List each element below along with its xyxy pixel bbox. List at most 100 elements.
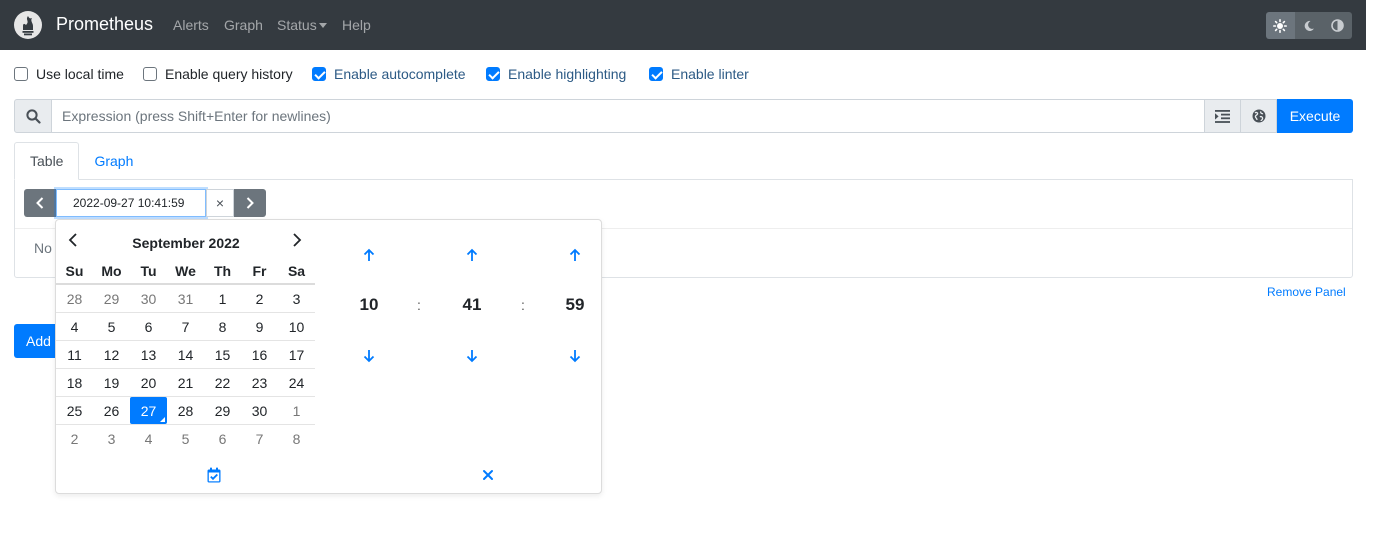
theme-auto-button[interactable] xyxy=(1323,12,1352,39)
calendar-day[interactable]: 29 xyxy=(204,397,241,424)
tab-graph[interactable]: Graph xyxy=(79,142,148,180)
prometheus-logo-icon[interactable] xyxy=(14,11,42,39)
calendar-day[interactable]: 24 xyxy=(278,369,315,396)
calendar-day[interactable]: 15 xyxy=(204,341,241,368)
calendar-day[interactable]: 1 xyxy=(204,285,241,312)
calendar-day[interactable]: 3 xyxy=(278,285,315,312)
calendar-day[interactable]: 5 xyxy=(167,425,204,452)
time-forward-button[interactable] xyxy=(234,189,266,217)
calendar-day[interactable]: 3 xyxy=(93,425,130,452)
nav-status-dropdown[interactable]: Status xyxy=(277,17,327,33)
calendar-day[interactable]: 8 xyxy=(204,313,241,340)
calendar-week: 28 29 30 31 1 2 3 xyxy=(56,285,315,313)
calendar-day[interactable]: 26 xyxy=(93,397,130,424)
highlighting-label[interactable]: Enable highlighting xyxy=(508,66,626,82)
theme-light-button[interactable] xyxy=(1266,12,1295,39)
calendar-day-selected[interactable]: 27 xyxy=(130,397,167,424)
linter-label[interactable]: Enable linter xyxy=(671,66,749,82)
minute-down-arrow-icon[interactable] xyxy=(465,349,479,363)
calendar-day[interactable]: 10 xyxy=(278,313,315,340)
calendar-day[interactable]: 1 xyxy=(278,397,315,424)
weekday-label: Fr xyxy=(252,262,267,279)
expression-input[interactable] xyxy=(52,99,1205,133)
calendar-day[interactable]: 11 xyxy=(56,341,93,368)
calendar-day[interactable]: 2 xyxy=(56,425,93,452)
use-local-time-label[interactable]: Use local time xyxy=(36,66,124,82)
query-history-checkbox[interactable] xyxy=(143,67,157,81)
format-expression-button[interactable] xyxy=(1205,99,1241,133)
highlighting-checkbox[interactable] xyxy=(486,67,500,81)
calendar-day[interactable]: 23 xyxy=(241,369,278,396)
calendar-day[interactable]: 9 xyxy=(241,313,278,340)
theme-dark-button[interactable] xyxy=(1294,12,1324,39)
prev-month-icon[interactable] xyxy=(66,232,80,248)
calendar-day[interactable]: 29 xyxy=(93,285,130,312)
execute-button[interactable]: Execute xyxy=(1277,99,1353,133)
calendar-day[interactable]: 30 xyxy=(130,285,167,312)
second-up-arrow-icon[interactable] xyxy=(568,248,582,262)
calendar-day[interactable]: 18 xyxy=(56,369,93,396)
calendar-day[interactable]: 21 xyxy=(167,369,204,396)
nav-alerts-link[interactable]: Alerts xyxy=(173,17,209,33)
calendar-day[interactable]: 31 xyxy=(167,285,204,312)
calendar-day[interactable]: 22 xyxy=(204,369,241,396)
remove-panel-link[interactable]: Remove Panel xyxy=(1267,285,1346,299)
option-highlighting[interactable]: Enable highlighting xyxy=(486,66,626,82)
autocomplete-checkbox[interactable] xyxy=(312,67,326,81)
minutes-value[interactable]: 41 xyxy=(452,295,492,315)
time-separator: : xyxy=(417,297,421,313)
expression-row: Execute xyxy=(14,99,1353,133)
calendar-day[interactable]: 13 xyxy=(130,341,167,368)
calendar-check-icon[interactable] xyxy=(207,467,221,483)
option-autocomplete[interactable]: Enable autocomplete xyxy=(312,66,466,82)
calendar-day[interactable]: 4 xyxy=(130,425,167,452)
use-local-time-checkbox[interactable] xyxy=(14,67,28,81)
clear-time-button[interactable]: × xyxy=(206,189,234,217)
calendar-day[interactable]: 25 xyxy=(56,397,93,424)
nav-help-link[interactable]: Help xyxy=(342,17,371,33)
calendar-day[interactable]: 20 xyxy=(130,369,167,396)
autocomplete-label[interactable]: Enable autocomplete xyxy=(334,66,466,82)
calendar-day[interactable]: 6 xyxy=(130,313,167,340)
top-navbar: Prometheus Alerts Graph Status Help xyxy=(0,0,1366,50)
tab-table[interactable]: Table xyxy=(14,142,80,180)
hour-up-arrow-icon[interactable] xyxy=(362,248,376,262)
option-query-history[interactable]: Enable query history xyxy=(143,66,293,82)
hour-down-arrow-icon[interactable] xyxy=(362,349,376,363)
brand-title[interactable]: Prometheus xyxy=(56,14,153,35)
month-title[interactable]: September 2022 xyxy=(86,235,286,251)
time-separator: : xyxy=(521,297,525,313)
indent-icon xyxy=(1215,109,1230,123)
calendar-day[interactable]: 6 xyxy=(204,425,241,452)
globe-icon xyxy=(1252,109,1265,123)
metrics-explorer-button[interactable] xyxy=(1241,99,1277,133)
time-back-button[interactable] xyxy=(24,189,56,217)
close-icon[interactable] xyxy=(481,468,495,482)
calendar-day[interactable]: 2 xyxy=(241,285,278,312)
nav-graph-link[interactable]: Graph xyxy=(224,17,263,33)
calendar-day[interactable]: 12 xyxy=(93,341,130,368)
seconds-value[interactable]: 59 xyxy=(555,295,595,315)
second-down-arrow-icon[interactable] xyxy=(568,349,582,363)
hours-value[interactable]: 10 xyxy=(349,295,389,315)
option-linter[interactable]: Enable linter xyxy=(649,66,749,82)
theme-toggle-group xyxy=(1266,12,1352,39)
next-month-icon[interactable] xyxy=(290,232,304,248)
eval-time-input[interactable] xyxy=(56,189,206,217)
calendar-day[interactable]: 7 xyxy=(167,313,204,340)
calendar-day[interactable]: 17 xyxy=(278,341,315,368)
minute-up-arrow-icon[interactable] xyxy=(465,248,479,262)
calendar-day[interactable]: 4 xyxy=(56,313,93,340)
calendar-day[interactable]: 30 xyxy=(241,397,278,424)
calendar-day[interactable]: 28 xyxy=(167,397,204,424)
calendar-day[interactable]: 5 xyxy=(93,313,130,340)
calendar-day[interactable]: 16 xyxy=(241,341,278,368)
calendar-day[interactable]: 7 xyxy=(241,425,278,452)
calendar-day[interactable]: 28 xyxy=(56,285,93,312)
calendar-day[interactable]: 19 xyxy=(93,369,130,396)
query-history-label[interactable]: Enable query history xyxy=(165,66,293,82)
option-use-local-time[interactable]: Use local time xyxy=(14,66,124,82)
linter-checkbox[interactable] xyxy=(649,67,663,81)
calendar-day[interactable]: 8 xyxy=(278,425,315,452)
calendar-day[interactable]: 14 xyxy=(167,341,204,368)
